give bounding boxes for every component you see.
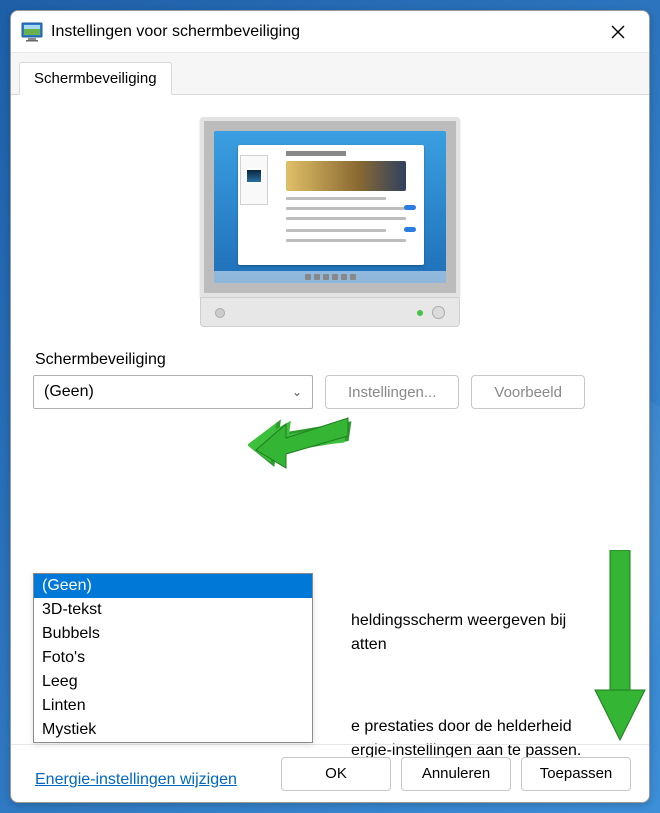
partial-resume-text: heldingsscherm weergeven bij atten [351, 609, 566, 657]
titlebar: Instellingen voor schermbeveiliging [11, 11, 649, 53]
dropdown-option[interactable]: Leeg [34, 670, 312, 694]
tab-schermbeveiliging[interactable]: Schermbeveiliging [19, 62, 172, 95]
tab-row: Schermbeveiliging [11, 53, 649, 95]
combobox-value: (Geen) [44, 383, 94, 401]
preview-button[interactable]: Voorbeeld [471, 375, 585, 409]
dropdown-option[interactable]: Linten [34, 694, 312, 718]
ok-button[interactable]: OK [281, 757, 391, 791]
monitor-preview [33, 117, 627, 327]
annotation-arrow-icon [248, 402, 358, 472]
dropdown-option[interactable]: 3D-tekst [34, 598, 312, 622]
apply-button[interactable]: Toepassen [521, 757, 631, 791]
dropdown-option[interactable]: (Geen) [34, 574, 312, 598]
screensaver-dropdown-list[interactable]: (Geen) 3D-tekst Bubbels Foto's Leeg Lint… [33, 573, 313, 743]
annotation-arrow-icon [590, 550, 650, 750]
close-button[interactable] [595, 16, 641, 48]
section-label: Schermbeveiliging [35, 351, 627, 369]
button-bar: OK Annuleren Toepassen [11, 744, 649, 802]
screensaver-icon [21, 21, 43, 43]
dropdown-option[interactable]: Foto's [34, 646, 312, 670]
dropdown-option[interactable]: Bubbels [34, 622, 312, 646]
dropdown-option[interactable]: Mystiek [34, 718, 312, 742]
window-title: Instellingen voor schermbeveiliging [51, 23, 595, 41]
cancel-button[interactable]: Annuleren [401, 757, 511, 791]
chevron-down-icon: ⌄ [292, 385, 302, 399]
